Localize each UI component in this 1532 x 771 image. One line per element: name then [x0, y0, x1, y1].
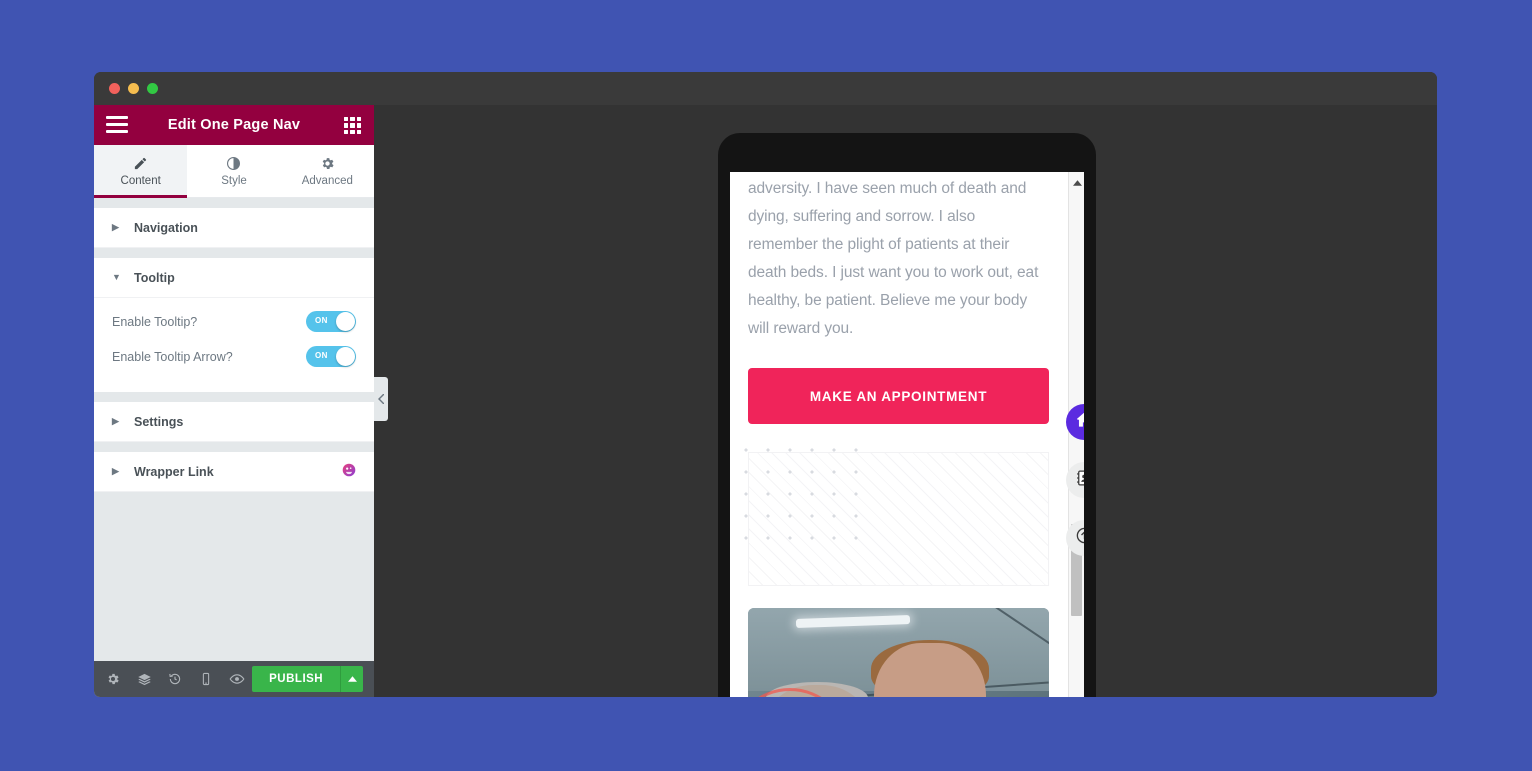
placeholder-block — [735, 439, 1049, 586]
nav-item-contact[interactable] — [1066, 462, 1084, 498]
chevron-right-icon: ▶ — [112, 222, 119, 232]
panel-empty-area — [94, 492, 374, 661]
toggle-knob — [336, 347, 355, 366]
eye-icon[interactable] — [221, 661, 252, 697]
one-page-nav — [1066, 404, 1084, 556]
site-content: adversity. I have seen much of death and… — [730, 172, 1067, 697]
section-wrapper-link: ▶ Wrapper Link — [94, 452, 374, 492]
grid-icon[interactable] — [344, 117, 361, 134]
section-settings-label: Settings — [134, 414, 184, 429]
panel-body: ▶ Navigation ▼ Tooltip Enable Tooltip? O… — [94, 198, 374, 661]
enable-tooltip-arrow-toggle[interactable]: ON — [306, 346, 356, 367]
mobile-device-frame: adversity. I have seen much of death and… — [718, 133, 1096, 697]
chevron-down-icon: ▼ — [112, 272, 121, 282]
site-paragraph: adversity. I have seen much of death and… — [748, 180, 1039, 337]
panel-header: Edit One Page Nav — [94, 105, 374, 145]
gear-icon — [320, 156, 335, 171]
tab-content-label: Content — [120, 174, 161, 187]
contrast-icon — [226, 156, 241, 171]
toggle-knob — [336, 312, 355, 331]
section-divider — [94, 198, 374, 208]
tooltip-controls: Enable Tooltip? ON Enable Tooltip Arrow?… — [94, 298, 374, 392]
history-icon[interactable] — [160, 661, 191, 697]
address-book-icon — [1075, 469, 1084, 492]
enable-tooltip-label: Enable Tooltip? — [112, 314, 198, 329]
section-wrapper-link-header[interactable]: ▶ Wrapper Link — [94, 452, 374, 492]
tab-style[interactable]: Style — [187, 145, 280, 197]
panel-title: Edit One Page Nav — [167, 117, 301, 133]
section-divider — [94, 442, 374, 452]
window-titlebar — [94, 72, 1437, 105]
enable-tooltip-toggle-value: ON — [315, 316, 328, 325]
panel-collapse-handle[interactable] — [374, 377, 388, 421]
close-window-button[interactable] — [109, 83, 120, 94]
enable-tooltip-arrow-label: Enable Tooltip Arrow? — [112, 349, 233, 364]
scroll-up-arrow[interactable] — [1069, 176, 1084, 190]
control-enable-tooltip-arrow: Enable Tooltip Arrow? ON — [112, 339, 356, 374]
nav-item-back-to-top[interactable] — [1066, 520, 1084, 556]
minimize-window-button[interactable] — [128, 83, 139, 94]
section-tooltip-label: Tooltip — [134, 270, 175, 285]
tab-style-label: Style — [221, 174, 247, 187]
home-icon — [1075, 410, 1084, 434]
section-navigation-label: Navigation — [134, 220, 198, 235]
nav-item-home[interactable] — [1066, 404, 1084, 440]
dot-pattern-decoration — [735, 439, 867, 549]
section-wrapper-link-label: Wrapper Link — [134, 464, 214, 479]
settings-button[interactable] — [98, 661, 129, 697]
section-divider — [94, 392, 374, 402]
device-screen: adversity. I have seen much of death and… — [730, 172, 1084, 697]
section-tooltip-header[interactable]: ▼ Tooltip — [94, 258, 374, 298]
publish-button[interactable]: PUBLISH — [252, 666, 341, 692]
section-navigation: ▶ Navigation — [94, 208, 374, 248]
section-navigation-header[interactable]: ▶ Navigation — [94, 208, 374, 248]
pro-badge-icon — [342, 463, 356, 480]
enable-tooltip-toggle[interactable]: ON — [306, 311, 356, 332]
arrow-up-circle-icon — [1075, 526, 1084, 550]
tab-advanced-label: Advanced — [301, 174, 353, 187]
pencil-icon — [133, 156, 148, 171]
mobile-icon[interactable] — [190, 661, 221, 697]
panel-footer-toolbar: PUBLISH — [94, 661, 374, 697]
site-photo — [748, 608, 1049, 697]
section-tooltip: ▼ Tooltip Enable Tooltip? ON Enable Tool… — [94, 258, 374, 392]
elementor-panel: Edit One Page Nav Content Style Advanced… — [94, 105, 374, 697]
browser-window: Edit One Page Nav Content Style Advanced… — [94, 72, 1437, 697]
enable-tooltip-arrow-toggle-value: ON — [315, 351, 328, 360]
section-settings-header[interactable]: ▶ Settings — [94, 402, 374, 442]
tab-advanced[interactable]: Advanced — [281, 145, 374, 197]
publish-dropdown-button[interactable] — [340, 666, 363, 692]
hamburger-icon[interactable] — [106, 116, 128, 133]
preview-canvas: adversity. I have seen much of death and… — [374, 105, 1437, 697]
chevron-right-icon: ▶ — [112, 466, 119, 476]
chevron-right-icon: ▶ — [112, 416, 119, 426]
make-an-appointment-button[interactable]: MAKE AN APPOINTMENT — [748, 368, 1049, 424]
section-divider — [94, 248, 374, 258]
control-enable-tooltip: Enable Tooltip? ON — [112, 304, 356, 339]
maximize-window-button[interactable] — [147, 83, 158, 94]
section-settings: ▶ Settings — [94, 402, 374, 442]
layers-icon[interactable] — [129, 661, 160, 697]
tab-content[interactable]: Content — [94, 145, 188, 198]
panel-tabs: Content Style Advanced — [94, 145, 374, 198]
